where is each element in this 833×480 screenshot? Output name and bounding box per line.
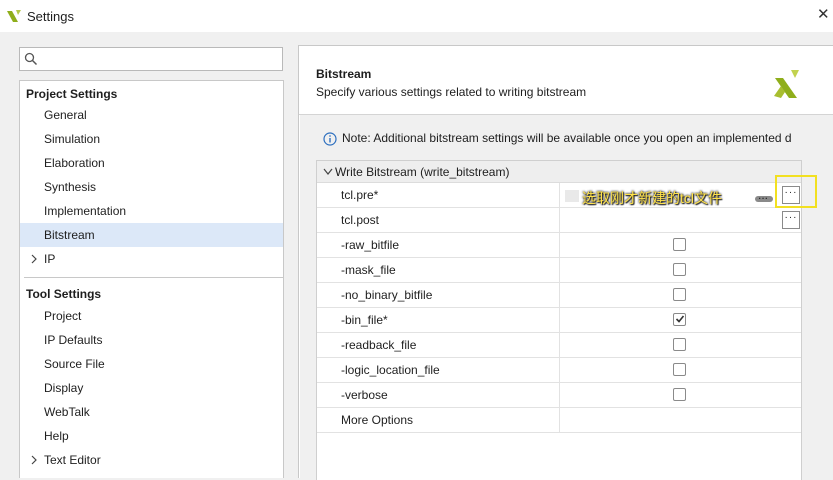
grid-row-no-binary-bitfile: -no_binary_bitfile xyxy=(317,283,801,308)
option-checkbox[interactable] xyxy=(673,288,686,301)
project-settings-heading: Project Settings xyxy=(26,87,118,101)
column-divider xyxy=(559,408,560,433)
browse-button[interactable]: ··· xyxy=(782,211,800,229)
option-checkbox[interactable] xyxy=(673,263,686,276)
nav-item-implementation[interactable]: Implementation xyxy=(20,199,283,223)
page-title: Bitstream xyxy=(316,67,372,81)
nav-item-label: Synthesis xyxy=(44,180,97,194)
title-bar: Settings ✕ xyxy=(0,0,833,32)
grid-row-logic-location-file: -logic_location_file xyxy=(317,358,801,383)
option-name: tcl.pre* xyxy=(341,188,379,202)
grid-row-tcl-pre: tcl.pre* ··· xyxy=(317,183,801,208)
annotation-text: 选取刚才新建的tcl文件 xyxy=(582,190,722,206)
settings-body: Note: Additional bitstream settings will… xyxy=(300,115,833,480)
search-icon xyxy=(24,52,38,66)
nav-item-label: Bitstream xyxy=(44,228,95,242)
option-name: -bin_file* xyxy=(341,313,388,327)
nav-item-ip-defaults[interactable]: IP Defaults xyxy=(20,328,283,352)
nav-item-ip[interactable]: IP xyxy=(20,247,283,271)
nav-item-label: Implementation xyxy=(44,204,127,218)
option-name: -verbose xyxy=(341,388,388,402)
section-title: Write Bitstream (write_bitstream) xyxy=(335,165,510,179)
annotation-highlight-box xyxy=(775,175,817,208)
settings-page: Bitstream Specify various settings relat… xyxy=(298,45,833,480)
nav-item-synthesis[interactable]: Synthesis xyxy=(20,175,283,199)
section-header[interactable]: Write Bitstream (write_bitstream) xyxy=(317,161,801,183)
nav-item-label: Text Editor xyxy=(44,453,101,467)
option-name: More Options xyxy=(341,413,414,427)
blurred-path xyxy=(565,190,579,202)
search-box[interactable] xyxy=(19,47,283,71)
nav-item-bitstream[interactable]: Bitstream xyxy=(20,223,283,247)
nav-item-label: Project xyxy=(44,309,82,323)
nav-item-text-editor[interactable]: Text Editor xyxy=(20,448,283,472)
settings-nav-tree: Project Settings General Simulation Elab… xyxy=(19,80,284,478)
info-icon xyxy=(323,132,337,146)
chevron-right-icon[interactable] xyxy=(29,455,39,465)
close-button[interactable]: ✕ xyxy=(817,6,833,24)
nav-item-display[interactable]: Display xyxy=(20,376,283,400)
nav-item-label: IP xyxy=(44,252,56,266)
option-name: -logic_location_file xyxy=(341,363,440,377)
column-divider xyxy=(559,333,560,358)
page-description: Specify various settings related to writ… xyxy=(316,85,587,99)
search-input[interactable] xyxy=(40,51,270,67)
nav-item-help[interactable]: Help xyxy=(20,424,283,448)
nav-item-label: Source File xyxy=(44,357,105,371)
option-name: -mask_file xyxy=(341,263,396,277)
column-divider xyxy=(559,283,560,308)
bitstream-options-grid: Write Bitstream (write_bitstream) tcl.pr… xyxy=(316,160,802,480)
option-checkbox[interactable] xyxy=(673,363,686,376)
nav-item-source-file[interactable]: Source File xyxy=(20,352,283,376)
tool-settings-heading: Tool Settings xyxy=(26,287,102,301)
nav-item-label: Help xyxy=(44,429,69,443)
option-checkbox[interactable] xyxy=(673,338,686,351)
xilinx-logo-icon xyxy=(774,70,799,98)
column-divider xyxy=(559,208,560,233)
window-title: Settings xyxy=(27,9,74,24)
note-text: Note: Additional bitstream settings will… xyxy=(342,131,792,145)
column-divider xyxy=(559,308,560,333)
nav-item-general[interactable]: General xyxy=(20,103,283,127)
nav-divider xyxy=(24,277,283,278)
option-checkbox[interactable] xyxy=(673,238,686,251)
nav-item-label: WebTalk xyxy=(44,405,90,419)
column-divider xyxy=(559,258,560,283)
nav-item-elaboration[interactable]: Elaboration xyxy=(20,151,283,175)
column-divider xyxy=(559,358,560,383)
option-name: -readback_file xyxy=(341,338,417,352)
option-checkbox[interactable] xyxy=(673,313,686,326)
nav-item-label: Elaboration xyxy=(44,156,105,170)
grid-row-mask-file: -mask_file xyxy=(317,258,801,283)
nav-item-simulation[interactable]: Simulation xyxy=(20,127,283,151)
nav-item-label: Simulation xyxy=(44,132,101,146)
column-divider xyxy=(559,183,560,208)
chevron-down-icon[interactable] xyxy=(323,168,333,176)
option-name: -no_binary_bitfile xyxy=(341,288,433,302)
app-logo-icon xyxy=(7,10,21,22)
grid-row-tcl-post: tcl.post ··· xyxy=(317,208,801,233)
grid-row-bin-file: -bin_file* xyxy=(317,308,801,333)
option-name: tcl.post xyxy=(341,213,380,227)
nav-item-project[interactable]: Project xyxy=(20,304,283,328)
chevron-right-icon[interactable] xyxy=(29,254,39,264)
nav-item-label: Display xyxy=(44,381,84,395)
path-ellipsis: ... xyxy=(758,188,769,202)
option-name: -raw_bitfile xyxy=(341,238,400,252)
checkmark-icon xyxy=(675,315,685,323)
nav-item-label: General xyxy=(44,108,87,122)
grid-row-readback-file: -readback_file xyxy=(317,333,801,358)
grid-row-verbose: -verbose xyxy=(317,383,801,408)
nav-item-label: IP Defaults xyxy=(44,333,103,347)
column-divider xyxy=(559,383,560,408)
option-checkbox[interactable] xyxy=(673,388,686,401)
column-divider xyxy=(559,233,560,258)
nav-item-webtalk[interactable]: WebTalk xyxy=(20,400,283,424)
grid-row-raw-bitfile: -raw_bitfile xyxy=(317,233,801,258)
grid-row-more-options: More Options xyxy=(317,408,801,433)
